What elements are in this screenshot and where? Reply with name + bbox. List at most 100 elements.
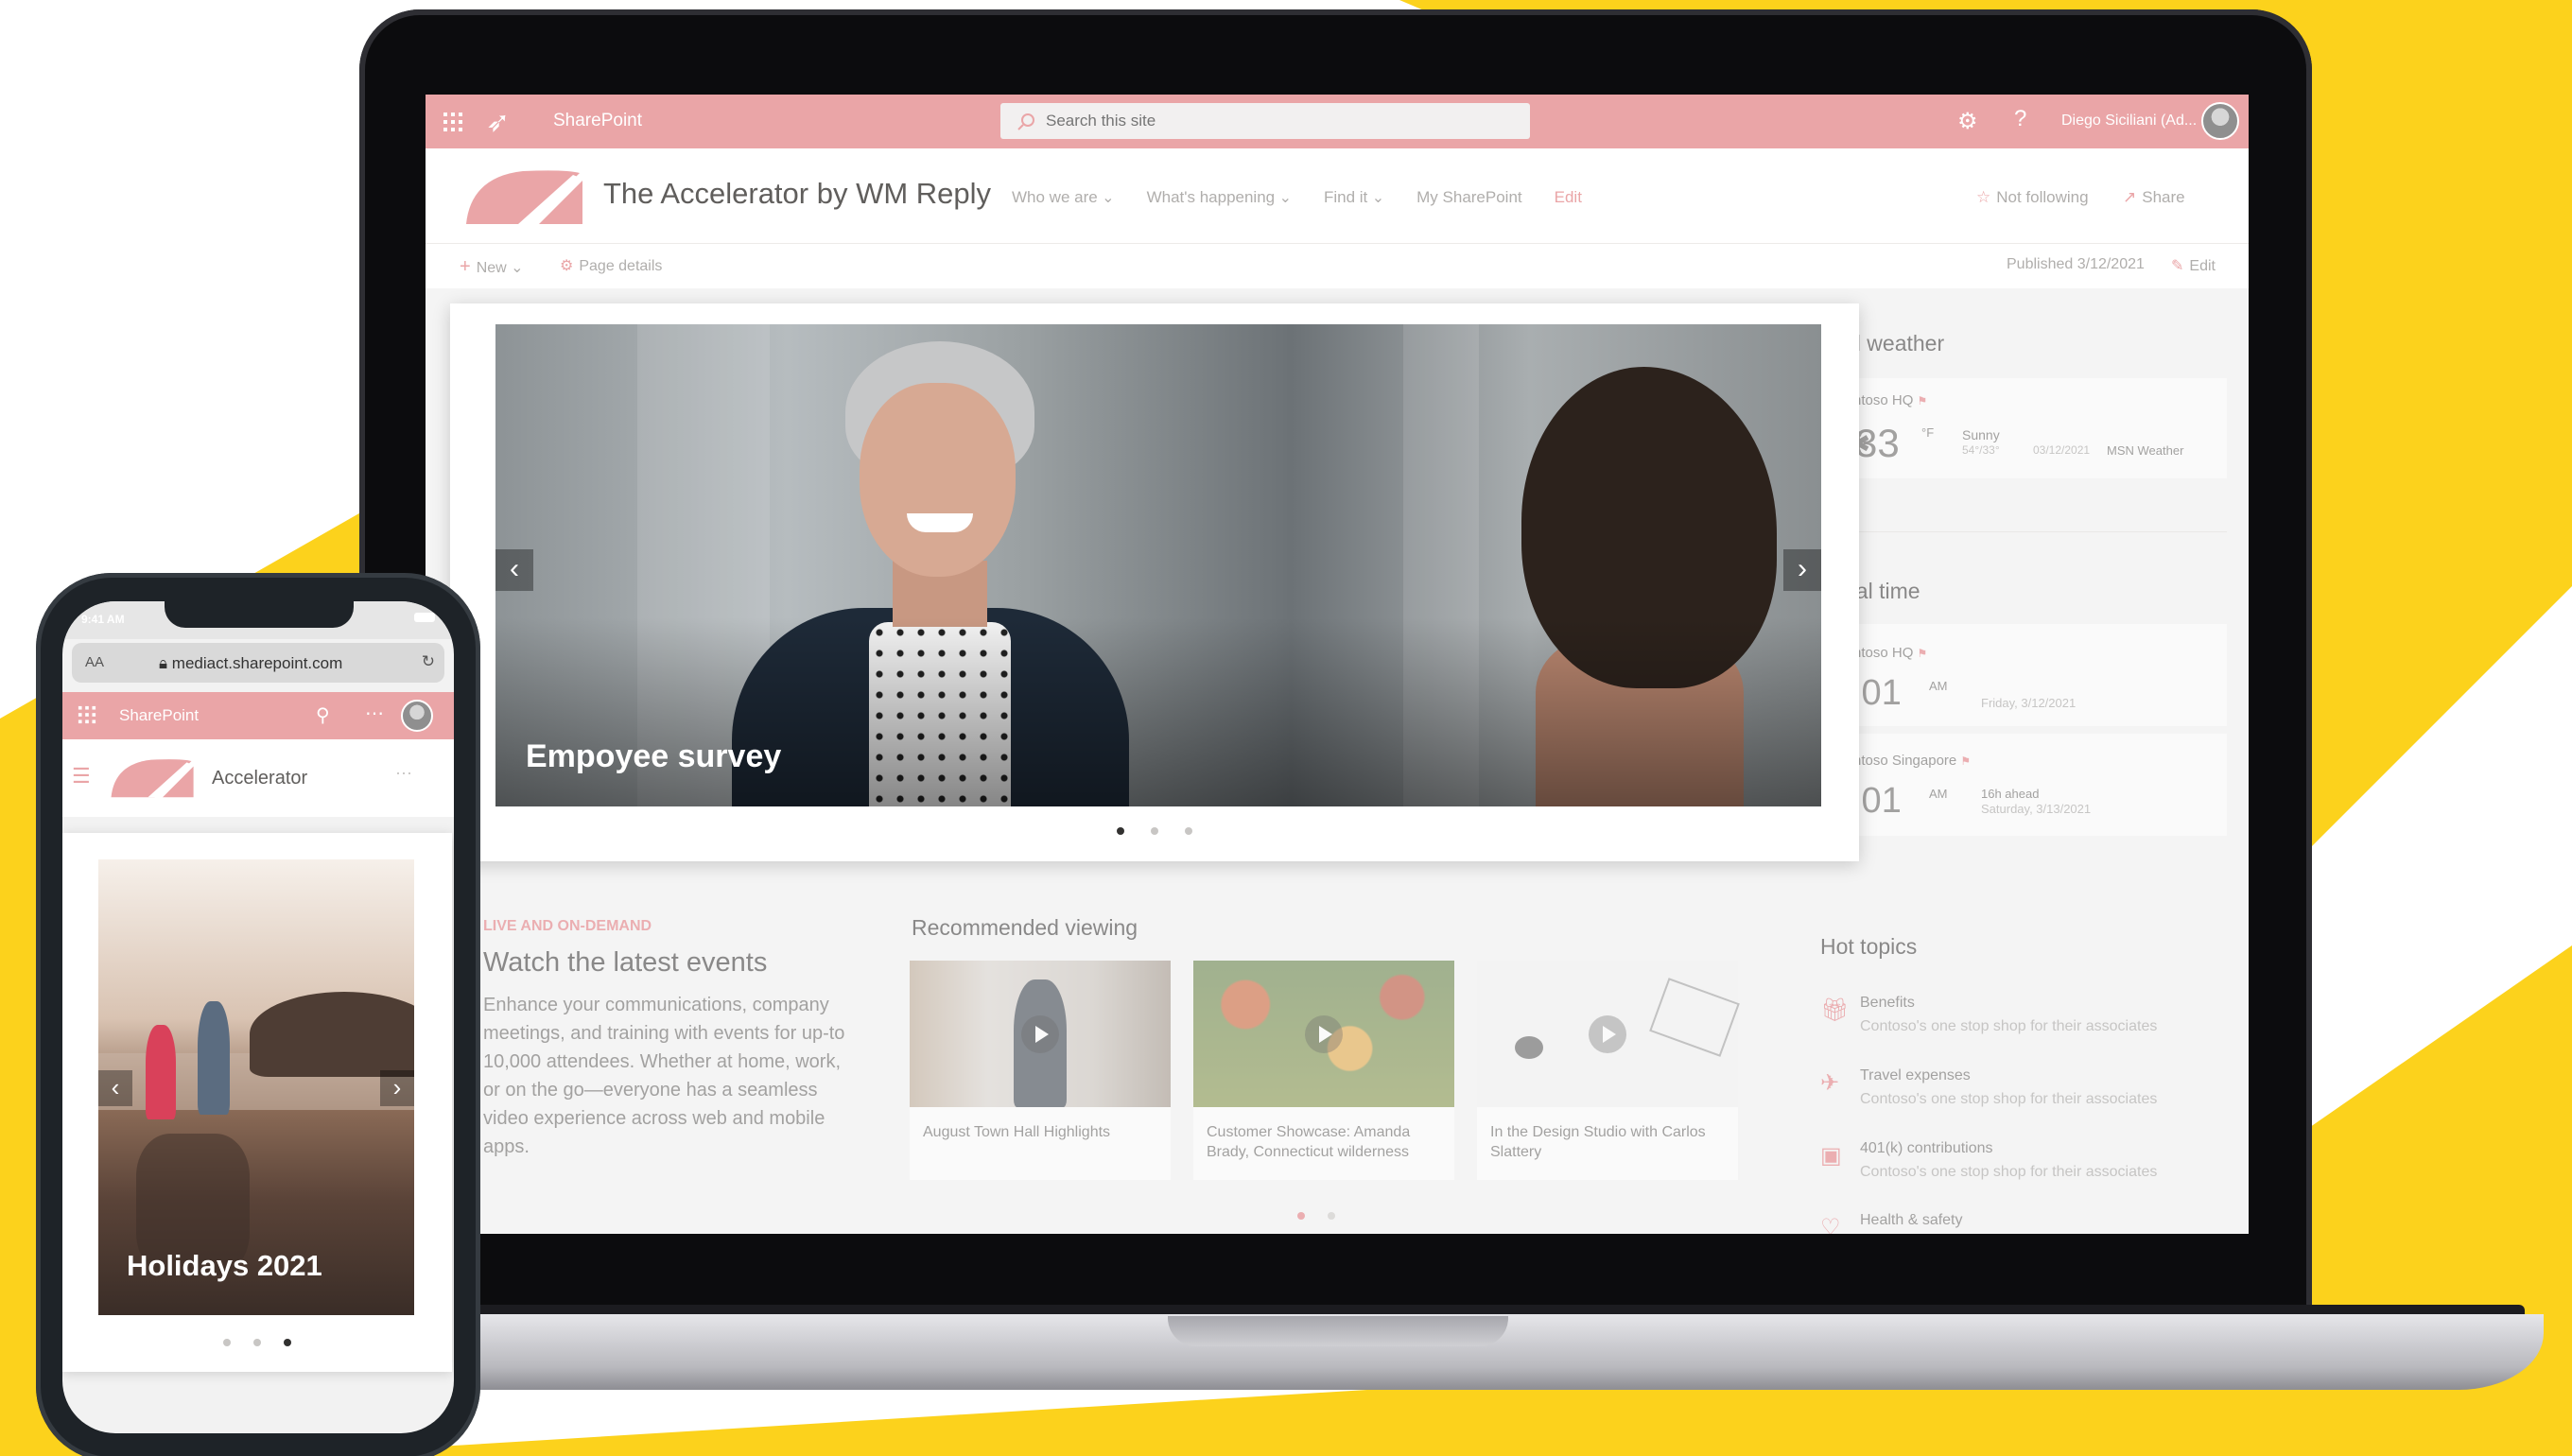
new-label: New bbox=[476, 260, 507, 276]
text-size-button[interactable]: AA bbox=[85, 654, 104, 670]
browser-address-bar[interactable]: AA 🔒︎ mediact.sharepoint.com ↻ bbox=[72, 643, 444, 683]
clock-day: Saturday, 3/13/2021 bbox=[1981, 802, 2092, 816]
pager-dot[interactable] bbox=[1328, 1212, 1335, 1220]
hot-topics-title: Hot topics bbox=[1820, 934, 1918, 959]
follow-button[interactable]: ☆ Not following bbox=[1976, 188, 2089, 207]
video-thumbnail bbox=[1193, 961, 1454, 1107]
clock-ampm: AM bbox=[1929, 679, 1948, 693]
weather-condition: Sunny bbox=[1962, 427, 2000, 442]
nav-whats-happening[interactable]: What's happening bbox=[1147, 188, 1292, 207]
phone-hero-pager bbox=[62, 1334, 452, 1351]
hot-topic-name: Travel expenses bbox=[1860, 1067, 1971, 1083]
address-url-label: mediact.sharepoint.com bbox=[171, 654, 343, 672]
hero-carousel: Empoyee survey ‹ › bbox=[450, 303, 1859, 861]
heart-icon: ♡ bbox=[1820, 1215, 1841, 1234]
user-avatar[interactable] bbox=[401, 700, 433, 732]
laptop-screen: ➶ SharePoint ⚙ ? Diego Siciliani (Ad... … bbox=[426, 95, 2249, 1234]
recommended-pager bbox=[1286, 1207, 1347, 1224]
phone-app-name[interactable]: SharePoint bbox=[119, 706, 199, 725]
clock-ampm: AM bbox=[1929, 787, 1948, 801]
video-card[interactable]: Customer Showcase: Amanda Brady, Connect… bbox=[1193, 961, 1454, 1180]
search-input[interactable] bbox=[1046, 111, 1500, 131]
chevron-left-icon[interactable]: ‹ bbox=[98, 1070, 132, 1106]
weather-source[interactable]: MSN Weather bbox=[2107, 443, 2183, 458]
pager-dot[interactable] bbox=[284, 1339, 291, 1346]
app-launcher-icon[interactable] bbox=[78, 705, 96, 724]
chevron-left-icon[interactable]: ‹ bbox=[495, 549, 533, 591]
edit-label: Edit bbox=[2189, 258, 2216, 274]
divider bbox=[1849, 531, 2227, 532]
site-search-box[interactable] bbox=[1000, 103, 1530, 139]
video-thumbnail bbox=[910, 961, 1171, 1107]
pager-dot[interactable] bbox=[1117, 827, 1124, 835]
user-avatar[interactable] bbox=[2201, 102, 2239, 140]
pager-dot[interactable] bbox=[1297, 1212, 1305, 1220]
phone-hero-carousel: Holidays 2021 ‹ › bbox=[62, 833, 452, 1372]
weather-location: ntoso HQ ⚑ bbox=[1853, 392, 1927, 408]
pager-dot[interactable] bbox=[223, 1339, 231, 1346]
lock-icon: 🔒︎ bbox=[159, 654, 168, 672]
site-logo[interactable] bbox=[108, 754, 195, 800]
hot-topic-name: 401(k) contributions bbox=[1860, 1140, 1993, 1156]
suite-app-name[interactable]: SharePoint bbox=[553, 111, 642, 131]
user-name[interactable]: Diego Siciliani (Ad... bbox=[2061, 113, 2197, 130]
pager-dot[interactable] bbox=[1185, 827, 1192, 835]
chevron-right-icon[interactable]: › bbox=[1783, 549, 1821, 591]
video-card[interactable]: In the Design Studio with Carlos Slatter… bbox=[1477, 961, 1740, 1180]
hero-image[interactable]: Empoyee survey ‹ › bbox=[495, 324, 1821, 806]
plus-icon: + bbox=[460, 256, 471, 277]
hot-topic-description: Contoso's one stop shop for their associ… bbox=[1860, 1091, 2158, 1107]
phone-site-name[interactable]: Accelerator bbox=[212, 768, 307, 789]
play-icon[interactable] bbox=[1021, 1015, 1059, 1053]
caption-gradient bbox=[495, 617, 1821, 806]
search-icon[interactable]: ⚲ bbox=[316, 703, 330, 727]
share-button[interactable]: ↗ Share bbox=[2123, 188, 2185, 207]
nav-who-we-are[interactable]: Who we are bbox=[1012, 188, 1115, 207]
pager-dot[interactable] bbox=[1151, 827, 1158, 835]
more-icon[interactable]: ⋯ bbox=[365, 702, 384, 725]
settings-gear-icon[interactable]: ⚙ bbox=[1957, 108, 1978, 135]
clock-location: ntoso Singapore ⚑ bbox=[1853, 753, 1971, 769]
help-icon[interactable]: ? bbox=[2014, 106, 2026, 132]
video-card[interactable]: August Town Hall Highlights bbox=[910, 961, 1171, 1180]
edit-page-button[interactable]: ✎ Edit bbox=[2171, 256, 2216, 275]
hot-topic-name: Health & safety bbox=[1860, 1212, 1963, 1228]
clock-location-label: ntoso HQ bbox=[1853, 645, 1914, 661]
suite-bar: ➶ SharePoint ⚙ ? Diego Siciliani (Ad... bbox=[426, 95, 2249, 148]
pager-dot[interactable] bbox=[253, 1339, 261, 1346]
clock-day: Friday, 3/12/2021 bbox=[1981, 696, 2077, 710]
events-eyebrow: LIVE AND ON-DEMAND bbox=[483, 918, 652, 934]
reload-icon[interactable]: ↻ bbox=[422, 652, 435, 671]
clock-location: ntoso HQ ⚑ bbox=[1853, 645, 1927, 661]
nav-my-sharepoint[interactable]: My SharePoint bbox=[1416, 188, 1522, 207]
nav-find-it[interactable]: Find it bbox=[1324, 188, 1384, 207]
app-launcher-icon[interactable] bbox=[443, 112, 463, 132]
play-icon[interactable] bbox=[1305, 1015, 1343, 1053]
weather-location-label: ntoso HQ bbox=[1853, 392, 1914, 408]
site-runner-icon[interactable]: ➶ bbox=[486, 106, 510, 139]
phone-hero-caption[interactable]: Holidays 2021 bbox=[127, 1249, 322, 1283]
phone-hero-image[interactable]: Holidays 2021 ‹ › bbox=[98, 859, 414, 1315]
money-icon: ▣ bbox=[1820, 1143, 1842, 1169]
video-title: In the Design Studio with Carlos Slatter… bbox=[1490, 1124, 1706, 1160]
more-icon[interactable]: ⋯ bbox=[395, 764, 412, 784]
chevron-right-icon[interactable]: › bbox=[380, 1070, 414, 1106]
page-details-button[interactable]: ⚙ Page details bbox=[560, 256, 662, 275]
site-header: The Accelerator by WM Reply Who we are W… bbox=[426, 148, 2249, 243]
laptop-notch bbox=[1168, 1316, 1508, 1346]
hot-topic-description: Contoso's one stop shop for their associ… bbox=[1860, 1018, 2158, 1034]
weather-hilo: 54°/33° bbox=[1962, 443, 2000, 457]
new-button[interactable]: + New ⌄ bbox=[460, 256, 524, 278]
events-description: Enhance your communications, company mee… bbox=[483, 995, 845, 1157]
airplane-icon: ✈ bbox=[1820, 1070, 1840, 1096]
play-icon[interactable] bbox=[1589, 1015, 1626, 1053]
hero-caption[interactable]: Empoyee survey bbox=[526, 738, 781, 775]
weather-unit: °F bbox=[1921, 425, 1935, 440]
hot-topic-description: Contoso's one stop shop for their associ… bbox=[1860, 1164, 2158, 1180]
hamburger-menu-icon[interactable]: ☰ bbox=[72, 764, 91, 789]
site-logo[interactable] bbox=[461, 165, 584, 226]
phone-notch bbox=[165, 601, 354, 628]
site-title[interactable]: The Accelerator by WM Reply bbox=[603, 177, 991, 211]
nav-edit-link[interactable]: Edit bbox=[1555, 188, 1582, 207]
events-title[interactable]: Watch the latest events bbox=[483, 947, 767, 979]
